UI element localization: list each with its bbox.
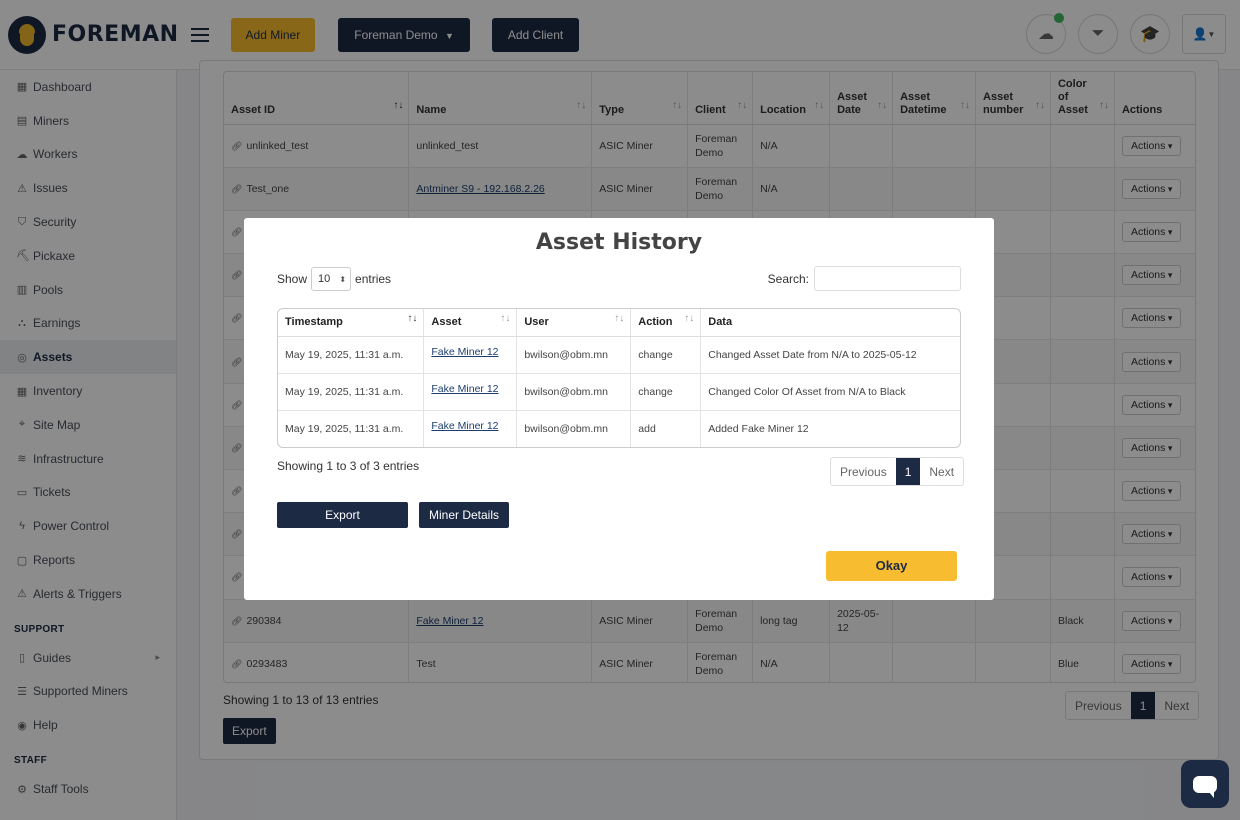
sort-desc-icon: ↑↓ xyxy=(407,313,418,324)
column-header[interactable]: Timestamp ↑↓ xyxy=(278,309,425,337)
export-button[interactable]: Export xyxy=(277,502,408,528)
cell-value: Added Fake Miner 12 xyxy=(708,422,809,435)
table-row: May 19, 2025, 11:31 a.m. Fake Miner 12 bwi… xyxy=(278,373,960,411)
column-header-label: Timestamp xyxy=(285,316,343,329)
history-table: Timestamp ↑↓ Asset ↑↓ User ↑↓ Action ↑↓ Data May… xyxy=(278,309,960,447)
cell-value: Changed Color Of Asset from N/A to Black xyxy=(708,385,906,398)
history-pagination: Previous 1 Next xyxy=(830,457,965,486)
column-header[interactable]: Asset ↑↓ xyxy=(423,309,518,337)
column-header-label: User xyxy=(524,316,549,329)
column-header[interactable]: Action ↑↓ xyxy=(630,309,702,337)
entries-length-control: Show 10 ⬍ entries xyxy=(277,267,391,291)
next-page-button[interactable]: Next xyxy=(920,458,963,485)
table-cell: Changed Asset Date from N/A to 2025-05-1… xyxy=(700,336,960,374)
chat-widget-button[interactable] xyxy=(1181,760,1229,808)
table-cell: May 19, 2025, 11:31 a.m. xyxy=(278,373,425,411)
entries-label: entries xyxy=(355,272,392,286)
cell-value: May 19, 2025, 11:31 a.m. xyxy=(285,385,404,398)
table-row: May 19, 2025, 11:31 a.m. Fake Miner 12 bwi… xyxy=(278,410,960,447)
table-cell: bwilson@obm.mn xyxy=(516,373,632,411)
search-label: Search: xyxy=(767,271,809,286)
table-cell: Added Fake Miner 12 xyxy=(700,410,960,447)
column-header-label: Action xyxy=(638,316,673,329)
cell-value: bwilson@obm.mn xyxy=(524,422,608,435)
cell-value: May 19, 2025, 11:31 a.m. xyxy=(285,422,404,435)
cell-value: May 19, 2025, 11:31 a.m. xyxy=(285,348,404,361)
search-input[interactable] xyxy=(814,266,961,291)
cell-value: change xyxy=(638,385,673,398)
search-control: Search: xyxy=(768,266,961,291)
table-cell: bwilson@obm.mn xyxy=(516,410,632,447)
asset-link[interactable]: Fake Miner 12 xyxy=(431,420,498,432)
table-cell: bwilson@obm.mn xyxy=(516,336,632,374)
table-cell: change xyxy=(630,336,702,374)
cell-value: bwilson@obm.mn xyxy=(524,348,608,361)
asset-history-modal: Asset History Show 10 ⬍ entries Search: … xyxy=(244,218,994,600)
sort-icon: ↑↓ xyxy=(500,313,511,324)
cell-value: change xyxy=(638,348,673,361)
entries-select[interactable]: 10 ⬍ xyxy=(311,267,352,291)
page-1-button[interactable]: 1 xyxy=(895,458,921,485)
entries-select-value: 10 xyxy=(318,273,331,285)
table-cell: Fake Miner 12 xyxy=(423,336,518,374)
column-header[interactable]: Data xyxy=(700,309,960,337)
modal-title: Asset History xyxy=(535,230,703,255)
table-cell: add xyxy=(630,410,702,447)
select-arrows-icon: ⬍ xyxy=(339,274,347,284)
okay-button[interactable]: Okay xyxy=(826,551,957,581)
asset-link[interactable]: Fake Miner 12 xyxy=(431,346,498,358)
sort-icon: ↑↓ xyxy=(614,313,625,324)
table-cell: Fake Miner 12 xyxy=(423,373,518,411)
miner-details-button[interactable]: Miner Details xyxy=(419,502,509,528)
table-cell: Changed Color Of Asset from N/A to Black xyxy=(700,373,960,411)
cell-value: Changed Asset Date from N/A to 2025-05-1… xyxy=(708,348,917,361)
column-header-label: Asset xyxy=(431,316,462,329)
show-label: Show xyxy=(277,272,308,286)
table-cell: May 19, 2025, 11:31 a.m. xyxy=(278,336,425,374)
asset-link[interactable]: Fake Miner 12 xyxy=(431,383,498,395)
column-header[interactable]: User ↑↓ xyxy=(516,309,632,337)
cell-value: bwilson@obm.mn xyxy=(524,385,608,398)
table-cell: May 19, 2025, 11:31 a.m. xyxy=(278,410,425,447)
history-table-container: Timestamp ↑↓ Asset ↑↓ User ↑↓ Action ↑↓ Data May… xyxy=(277,308,961,448)
history-showing-info: Showing 1 to 3 of 3 entries xyxy=(277,459,420,473)
table-cell: change xyxy=(630,373,702,411)
previous-page-button[interactable]: Previous xyxy=(831,458,896,485)
column-header-label: Data xyxy=(708,316,733,329)
sort-icon: ↑↓ xyxy=(684,313,695,324)
cell-value: add xyxy=(638,422,656,435)
table-row: May 19, 2025, 11:31 a.m. Fake Miner 12 bwi… xyxy=(278,336,960,374)
chat-bubble-icon xyxy=(1193,775,1217,798)
table-cell: Fake Miner 12 xyxy=(423,410,518,447)
